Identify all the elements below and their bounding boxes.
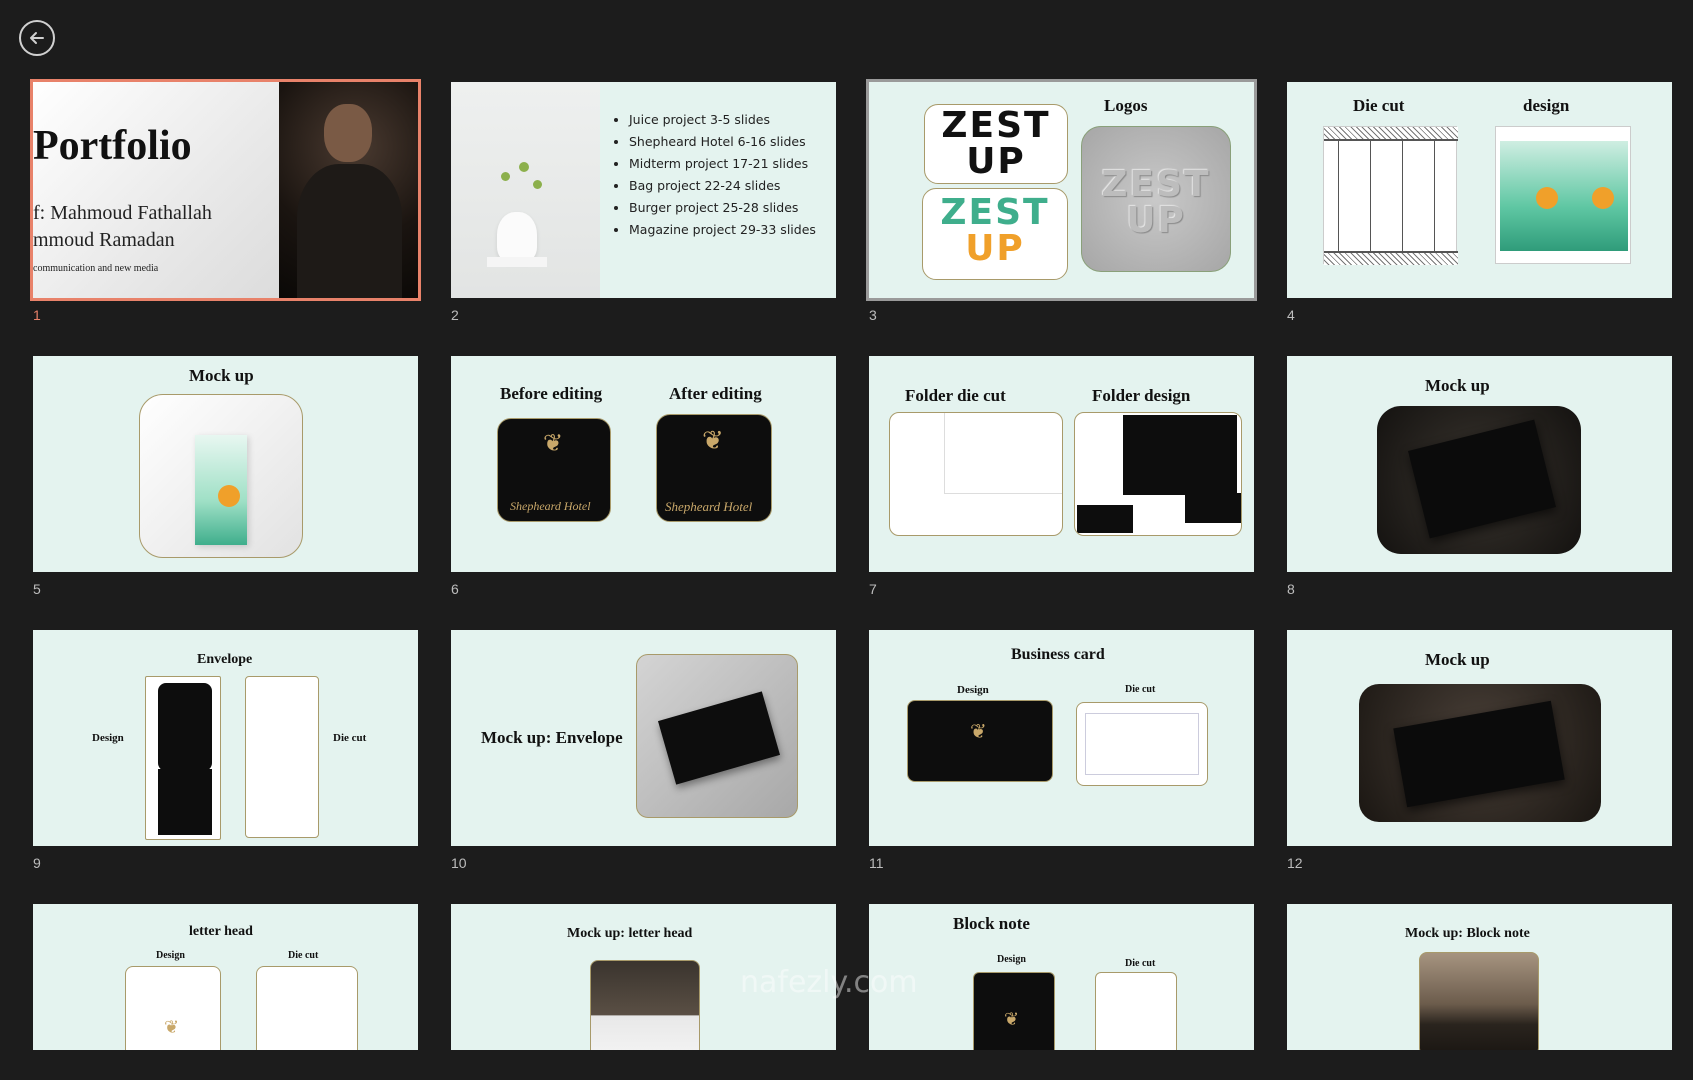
slide-thumbnail-1[interactable]: Portfolio f: Mahmoud Fathallah mmoud Ram… [30,79,421,301]
slide-9-right-label: Die cut [333,732,367,744]
slide-number-5: 5 [33,581,41,597]
slide-number-3: 3 [869,307,877,323]
slide-11-title: Business card [1011,646,1105,663]
slide-6-right-title: After editing [669,384,762,403]
slide-8-title: Mock up [1425,376,1490,395]
logo-after-editing: ❦ Shepheard Hotel [656,414,772,522]
slide-thumbnail-2[interactable]: Juice project 3-5 slides Shepheard Hotel… [451,82,836,298]
portrait-photo [279,82,418,298]
slide-number-1: 1 [33,307,41,323]
slide-thumbnail-11[interactable]: Business card Design Die cut ❦ [869,630,1254,846]
slide-thumbnail-5[interactable]: Mock up [33,356,418,572]
slide-thumbnail-3[interactable]: Logos ZEST UP ZEST UP ZEST UP [866,79,1257,301]
envelope-design [145,676,221,840]
list-item: Bag project 22-24 slides [629,178,816,193]
slide-9-left-label: Design [92,732,124,744]
folder-design [1074,412,1242,536]
slide-thumbnail-6[interactable]: Before editing After editing ❦ Shepheard… [451,356,836,572]
folder-mockup-photo [1377,406,1581,554]
vase-photo [451,82,600,298]
slide-7-left-title: Folder die cut [905,386,1006,405]
business-card-mockup-photo [1359,684,1601,822]
slide-14-title: Mock up: letter head [567,926,693,941]
juice-mockup-photo [139,394,303,558]
list-item: Juice project 3-5 slides [629,112,816,127]
slide-number-10: 10 [451,855,467,871]
letter-head-mockup-photo [590,960,700,1050]
slide-thumbnail-7[interactable]: Folder die cut Folder design [869,356,1254,572]
juice-die-cut [1323,126,1458,265]
letter-head-design: ❦ [125,966,221,1050]
slide-thumbnail-13[interactable]: letter head Design Die cut ❦ [33,904,418,1050]
slide-10-title: Mock up: Envelope [481,728,623,747]
slide-thumbnail-10[interactable]: Mock up: Envelope [451,630,836,846]
watermark-text: nafezly.com [740,965,918,1000]
folder-die-cut [889,412,1063,536]
business-card-design: ❦ [907,700,1053,782]
slide-thumbnail-15[interactable]: Block note Design Die cut ❦ [869,904,1254,1050]
slide-number-7: 7 [869,581,877,597]
slide-thumbnail-16[interactable]: Mock up: Block note [1287,904,1672,1050]
slide-5-title: Mock up [189,366,254,385]
slide-thumbnail-9[interactable]: Envelope Design Die cut [33,630,418,846]
logo-embossed: ZEST UP [1081,126,1231,272]
list-item: Burger project 25-28 slides [629,200,816,215]
block-note-mockup-photo [1419,952,1539,1050]
slide-11-left-label: Design [957,684,989,696]
slide-15-left-label: Design [997,954,1026,965]
slide-9-title: Envelope [197,652,253,667]
list-item: Magazine project 29-33 slides [629,222,816,237]
slide-number-8: 8 [1287,581,1295,597]
slide-15-right-label: Die cut [1125,958,1156,969]
list-item: Midterm project 17-21 slides [629,156,816,171]
logo-color: ZEST UP [922,188,1068,280]
slide-7-right-title: Folder design [1092,386,1191,405]
slide-12-title: Mock up [1425,650,1490,669]
slide-number-4: 4 [1287,307,1295,323]
slide-6-left-title: Before editing [500,384,603,403]
back-button[interactable] [19,20,55,56]
slide-number-9: 9 [33,855,41,871]
arrow-left-icon [30,32,44,44]
slide-1-line1: f: Mahmoud Fathallah [33,202,212,224]
slide-number-11: 11 [869,855,884,871]
slide-11-right-label: Die cut [1125,684,1156,695]
slide-thumbnail-4[interactable]: Die cut design [1287,82,1672,298]
slide-1-line2: mmoud Ramadan [33,229,175,251]
slide-thumbnail-12[interactable]: Mock up [1287,630,1672,846]
slide-1-line3: communication and new media [33,263,159,274]
slide-3-title: Logos [1104,96,1148,115]
slide-number-2: 2 [451,307,459,323]
envelope-die-cut [245,676,319,838]
envelope-mockup-photo [636,654,798,818]
list-item: Shepheard Hotel 6-16 slides [629,134,816,149]
slide-13-title: letter head [189,924,253,939]
slide-1-title: Portfolio [33,123,192,169]
logo-before-editing: ❦ Shepheard Hotel [497,418,611,522]
slide-15-title: Block note [953,914,1030,933]
slide-4-left-title: Die cut [1353,96,1405,115]
project-list: Juice project 3-5 slides Shepheard Hotel… [613,112,816,244]
slide-13-right-label: Die cut [288,950,319,961]
letter-head-die-cut [256,966,358,1050]
slide-4-right-title: design [1523,96,1570,115]
logo-black: ZEST UP [924,104,1068,184]
slide-number-12: 12 [1287,855,1303,871]
juice-design [1495,126,1631,264]
business-card-die-cut [1076,702,1208,786]
block-note-die-cut [1095,972,1177,1050]
slide-13-left-label: Design [156,950,185,961]
slide-16-title: Mock up: Block note [1405,926,1530,941]
slide-number-6: 6 [451,581,459,597]
slide-thumbnail-8[interactable]: Mock up [1287,356,1672,572]
block-note-design: ❦ [973,972,1055,1050]
